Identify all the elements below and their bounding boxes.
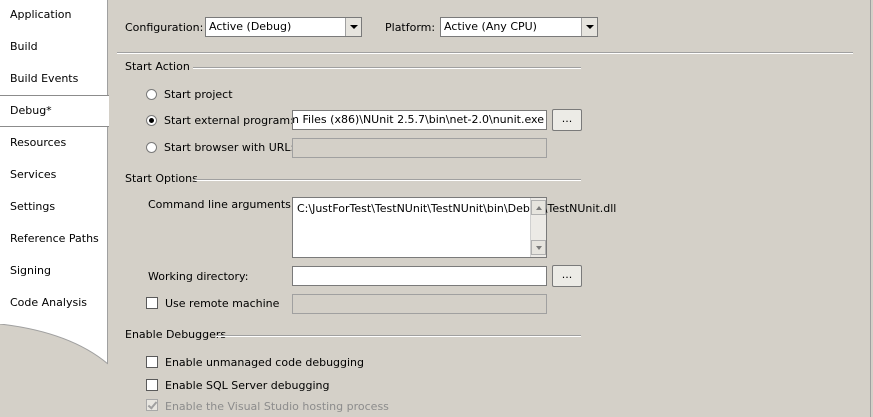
chevron-down-icon[interactable] bbox=[581, 18, 597, 36]
checkmark-icon bbox=[147, 399, 158, 410]
sidebar-item-debug[interactable]: Debug* bbox=[0, 95, 109, 127]
debug-properties-page: Configuration: Active (Debug) Platform: … bbox=[108, 0, 873, 417]
start-browser-label: Start browser with URL: bbox=[164, 141, 295, 154]
start-action-separator bbox=[193, 67, 581, 69]
right-panel-edge bbox=[870, 0, 871, 417]
start-project-radio[interactable] bbox=[146, 89, 157, 100]
start-browser-radio[interactable] bbox=[146, 142, 157, 153]
unmanaged-debugging-checkbox[interactable] bbox=[146, 356, 158, 368]
configuration-dropdown[interactable]: Active (Debug) bbox=[205, 17, 362, 37]
sidebar-item-resources[interactable]: Resources bbox=[0, 128, 108, 160]
sidebar-item-signing[interactable]: Signing bbox=[0, 256, 108, 288]
browser-url-input[interactable] bbox=[292, 138, 547, 158]
command-line-label: Command line arguments: bbox=[148, 198, 295, 211]
chevron-down-icon[interactable] bbox=[345, 18, 361, 36]
external-program-path: C:\Program Files (x86)\NUnit 2.5.7\bin\n… bbox=[293, 113, 544, 126]
unmanaged-debugging-label: Enable unmanaged code debugging bbox=[165, 356, 365, 369]
platform-label: Platform: bbox=[385, 21, 436, 34]
platform-value: Active (Any CPU) bbox=[444, 20, 537, 33]
command-line-scrollbar[interactable] bbox=[530, 198, 546, 257]
remote-machine-input[interactable] bbox=[292, 294, 547, 314]
start-project-label: Start project bbox=[164, 88, 233, 101]
sidebar-item-build[interactable]: Build bbox=[0, 32, 108, 64]
sidebar-item-services[interactable]: Services bbox=[0, 160, 108, 192]
start-options-title: Start Options bbox=[125, 172, 198, 185]
start-action-title: Start Action bbox=[125, 60, 190, 73]
sidebar-item-code-analysis[interactable]: Code Analysis bbox=[0, 288, 108, 320]
external-program-input[interactable]: C:\Program Files (x86)\NUnit 2.5.7\bin\n… bbox=[292, 110, 547, 130]
sidebar-item-settings[interactable]: Settings bbox=[0, 192, 108, 224]
command-line-value: C:\JustForTest\TestNUnit\TestNUnit\bin\D… bbox=[297, 202, 617, 215]
start-options-separator bbox=[195, 179, 581, 181]
enable-debuggers-separator bbox=[216, 335, 581, 337]
sidebar-curve-decoration bbox=[0, 324, 108, 417]
sql-debugging-label: Enable SQL Server debugging bbox=[165, 379, 330, 392]
hosting-process-label: Enable the Visual Studio hosting process bbox=[165, 400, 389, 413]
project-properties-sidebar: Application Build Build Events Debug* Re… bbox=[0, 0, 109, 417]
sidebar-item-reference-paths[interactable]: Reference Paths bbox=[0, 224, 108, 256]
start-external-program-label: Start external program: bbox=[164, 114, 294, 127]
scroll-down-icon[interactable] bbox=[531, 240, 546, 255]
working-directory-input[interactable] bbox=[292, 266, 547, 286]
enable-debuggers-title: Enable Debuggers bbox=[125, 328, 227, 341]
browse-external-program-button[interactable]: ... bbox=[552, 109, 582, 131]
sql-debugging-checkbox[interactable] bbox=[146, 379, 158, 391]
configuration-label: Configuration: bbox=[125, 21, 204, 34]
working-directory-label: Working directory: bbox=[148, 270, 249, 283]
sidebar-item-build-events[interactable]: Build Events bbox=[0, 64, 108, 96]
start-external-program-radio[interactable] bbox=[146, 115, 157, 126]
configuration-value: Active (Debug) bbox=[209, 20, 292, 33]
remote-machine-label: Use remote machine bbox=[165, 297, 280, 310]
remote-machine-checkbox[interactable] bbox=[146, 297, 158, 309]
platform-dropdown[interactable]: Active (Any CPU) bbox=[440, 17, 598, 37]
command-line-textarea[interactable]: C:\JustForTest\TestNUnit\TestNUnit\bin\D… bbox=[292, 197, 617, 258]
sidebar-item-application[interactable]: Application bbox=[0, 0, 108, 32]
header-separator bbox=[117, 52, 853, 54]
browse-working-directory-button[interactable]: ... bbox=[552, 265, 582, 287]
scroll-up-icon[interactable] bbox=[531, 200, 546, 215]
hosting-process-checkbox[interactable] bbox=[146, 399, 158, 411]
